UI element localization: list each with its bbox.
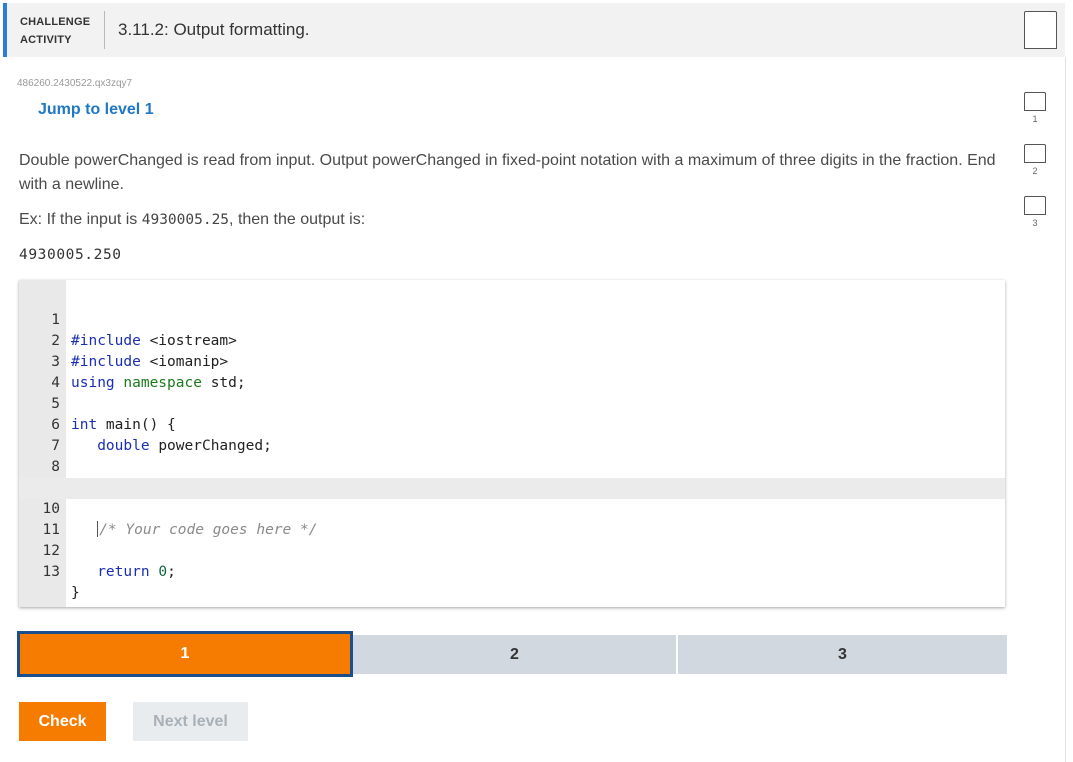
check-button[interactable]: Check — [19, 702, 106, 741]
level-tab-3[interactable]: 3 — [678, 635, 1007, 674]
example-statement: Ex: If the input is 4930005.25, then the… — [19, 211, 365, 229]
code-line[interactable]: 3 using namespace std; — [19, 331, 1005, 391]
next-level-button[interactable]: Next level — [133, 702, 248, 741]
example-output: 4930005.250 — [19, 247, 122, 263]
tag-line-1: CHALLENGE — [20, 16, 91, 28]
code-text[interactable]: return 0; — [71, 562, 176, 583]
code-line[interactable]: 11 — [19, 499, 1005, 538]
code-editor[interactable]: 1 #include <iostream> 2 #include <iomani… — [19, 280, 1005, 607]
code-line[interactable]: 4 — [19, 352, 1005, 391]
code-line-active[interactable]: 10 /* Your code goes here */ — [19, 478, 1005, 538]
code-line[interactable]: 2 #include <iomanip> — [19, 310, 1005, 370]
activity-header: CHALLENGE ACTIVITY 3.11.2: Output format… — [3, 3, 1065, 57]
side-level-number: 3 — [1032, 218, 1038, 228]
code-line[interactable]: 6 double powerChanged; — [19, 394, 1005, 454]
level-status-icon — [1024, 144, 1046, 163]
side-level-number: 1 — [1032, 114, 1038, 124]
code-line[interactable]: 13 } — [19, 541, 1005, 601]
side-level-indicator-2[interactable]: 2 — [1024, 144, 1048, 176]
code-text[interactable]: } — [71, 583, 80, 604]
activity-code: 486260.2430522.qx3zqy7 — [17, 78, 133, 89]
code-line[interactable]: 12 return 0; — [19, 520, 1005, 580]
line-number: 13 — [42, 564, 60, 580]
side-level-indicator-3[interactable]: 3 — [1024, 196, 1048, 228]
level-status-icon — [1024, 196, 1046, 215]
level-selector: 1 2 3 — [17, 631, 1007, 677]
challenge-activity-tag: CHALLENGE ACTIVITY — [20, 13, 98, 49]
example-input: 4930005.25 — [141, 212, 230, 228]
level-tab-1[interactable]: 1 — [17, 631, 353, 677]
example-prefix: Ex: If the input is — [19, 211, 142, 228]
code-line[interactable]: 1 #include <iostream> — [19, 289, 1005, 349]
activity-title: 3.11.2: Output formatting. — [118, 20, 310, 39]
code-line[interactable]: 8 cin >> powerChanged; — [19, 436, 1005, 496]
code-line[interactable]: 5 int main() { — [19, 373, 1005, 433]
side-level-number: 2 — [1032, 166, 1038, 176]
code-line[interactable]: 7 — [19, 415, 1005, 454]
problem-description: Double powerChanged is read from input. … — [19, 152, 996, 193]
completion-chevron-icon — [1024, 11, 1057, 49]
code-line[interactable]: 9 — [19, 457, 1005, 496]
level-status-icon — [1024, 92, 1046, 111]
level-tab-2[interactable]: 2 — [353, 635, 676, 674]
example-suffix: , then the output is: — [229, 211, 366, 228]
jump-to-level-link[interactable]: Jump to level 1 — [38, 101, 154, 119]
header-divider — [104, 11, 105, 49]
side-level-indicator-1[interactable]: 1 — [1024, 92, 1048, 124]
tag-line-2: ACTIVITY — [20, 34, 72, 46]
right-border — [1065, 57, 1066, 762]
